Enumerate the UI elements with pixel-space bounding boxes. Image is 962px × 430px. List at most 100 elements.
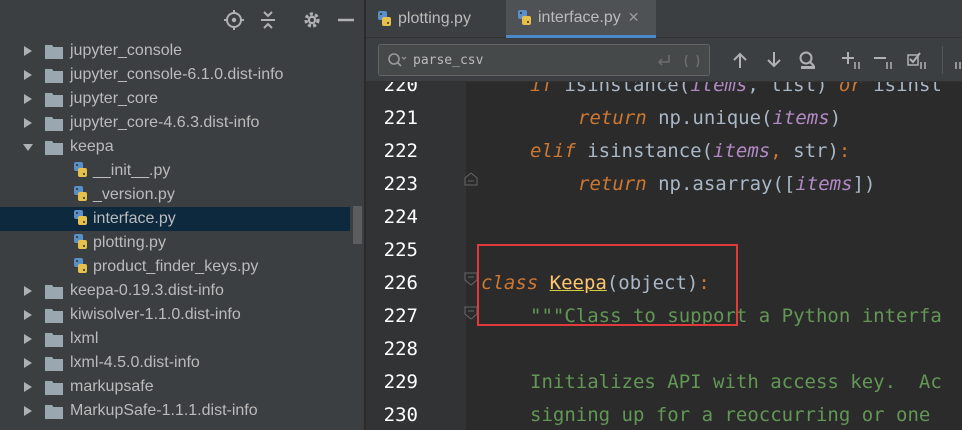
fold-end-icon[interactable] [464, 172, 478, 186]
tree-folder-item[interactable]: jupyter_core [0, 87, 350, 111]
tree-folder-item[interactable]: kiwisolver-1.1.0.dist-info [0, 303, 350, 327]
code-line[interactable]: return np.unique(items) [578, 102, 841, 135]
line-number: 221 [383, 107, 418, 129]
code-token: items [772, 107, 830, 129]
code-token: : [838, 140, 851, 162]
remove-selection-button[interactable] [872, 48, 896, 72]
tree-folder-item[interactable]: jupyter_console [0, 39, 350, 63]
code-line[interactable]: Initializes API with access key. Ac [530, 366, 942, 399]
more-options-button[interactable] [946, 48, 962, 72]
tree-item-label: keepa-0.19.3.dist-info [70, 282, 224, 299]
tree-item-label: jupyter_console-6.1.0.dist-info [70, 66, 284, 83]
tree-folder-item[interactable]: keepa-0.19.3.dist-info [0, 279, 350, 303]
line-number: 224 [383, 206, 418, 228]
line-number: 223 [383, 173, 418, 195]
code-token: ]) [852, 173, 876, 195]
chevron-right-icon[interactable] [22, 117, 34, 129]
folder-icon [45, 43, 63, 59]
chevron-right-icon[interactable] [22, 333, 34, 345]
hide-panel-button[interactable] [334, 8, 358, 32]
code-line[interactable]: elif isinstance(items, str): [530, 135, 850, 168]
code-editor[interactable]: 220 221 222 223 224 225 226 227 228 229 230 if isi… [366, 82, 962, 430]
python-file-icon [72, 258, 90, 274]
locate-file-button[interactable] [222, 8, 246, 32]
python-file-icon [72, 234, 90, 250]
tree-folder-item[interactable]: jupyter_console-6.1.0.dist-info [0, 63, 350, 87]
code-token: return [578, 107, 647, 129]
tree-file-item[interactable]: __init__.py [0, 159, 350, 183]
tree-folder-item[interactable]: lxml [0, 327, 350, 351]
settings-button[interactable] [300, 8, 324, 32]
arrow-down-icon [767, 52, 781, 68]
code-token: Initializes API with access key. Ac [530, 371, 942, 393]
code-token: signing up for a reoccurring or one [530, 404, 942, 426]
code-line[interactable]: """Class to support a Python interfa [530, 300, 942, 333]
tree-file-item[interactable]: plotting.py [0, 231, 350, 255]
tree-folder-item[interactable]: keepa [0, 135, 350, 159]
chevron-right-icon[interactable] [22, 45, 34, 57]
code-token: class [481, 272, 539, 294]
code-line[interactable]: class Keepa(object): [481, 267, 710, 300]
chevron-right-icon[interactable] [22, 93, 34, 105]
tab-plotting[interactable]: plotting.py [366, 0, 506, 38]
folder-icon [45, 139, 63, 155]
code-token: return [578, 173, 647, 195]
chevron-right-icon[interactable] [22, 69, 34, 81]
code-line[interactable]: signing up for a reoccurring or one [530, 399, 942, 430]
line-number: 220 [383, 82, 418, 96]
tree-folder-item[interactable]: jupyter_core-4.6.3.dist-info [0, 111, 350, 135]
editor-tab-bar: plotting.py interface.py ✕ [366, 0, 962, 38]
tree-folder-item[interactable]: MarkupSafe-1.1.1.dist-info [0, 399, 350, 423]
python-file-icon [516, 9, 534, 27]
code-token: isinstance( [575, 140, 714, 162]
code-token: , list) [747, 82, 839, 96]
tree-scroll-thumb[interactable] [353, 206, 362, 244]
tree-file-item[interactable]: _version.py [0, 183, 350, 207]
search-input[interactable] [413, 45, 663, 75]
code-line[interactable]: if isinstance(items, list) or isinst [530, 82, 942, 102]
find-all-button[interactable] [796, 48, 820, 72]
chevron-right-icon[interactable] [22, 309, 34, 321]
close-icon[interactable]: ✕ [628, 10, 640, 26]
collapse-all-button[interactable] [256, 8, 280, 32]
search-icon[interactable] [387, 52, 407, 68]
search-box [378, 44, 710, 76]
tree-folder-item[interactable]: markupsafe [0, 375, 350, 399]
previous-occurrence-button[interactable] [728, 48, 752, 72]
fold-start-icon[interactable] [464, 306, 478, 320]
tree-file-item[interactable]: interface.py [0, 207, 350, 231]
tree-item-label: keepa [70, 138, 114, 155]
code-token: Keepa [549, 272, 607, 294]
add-occurrence-icon [842, 52, 860, 69]
select-all-occurrences-button[interactable] [906, 48, 930, 72]
tab-interface[interactable]: interface.py ✕ [506, 0, 656, 38]
code-token: isinst [861, 82, 942, 96]
python-file-icon [72, 186, 90, 202]
tab-label: plotting.py [398, 10, 471, 27]
line-number-gutter: 220 221 222 223 224 225 226 227 228 229 230 [366, 82, 466, 430]
collapse-all-icon [261, 11, 275, 29]
tree-file-item[interactable]: product_finder_keys.py [0, 255, 350, 279]
tree-scrollbar[interactable] [351, 40, 364, 430]
tree-item-label: jupyter_core [70, 90, 159, 107]
code-line[interactable]: return np.asarray([items]) [578, 168, 875, 201]
next-occurrence-button[interactable] [762, 48, 786, 72]
add-selection-button[interactable] [840, 48, 864, 72]
folder-icon [45, 91, 63, 107]
new-line-icon[interactable] [655, 53, 673, 69]
regex-icon[interactable] [683, 53, 701, 69]
tree-folder-item[interactable]: lxml-4.5.0.dist-info [0, 351, 350, 375]
tree-item-label: kiwisolver-1.1.0.dist-info [70, 306, 241, 323]
chevron-right-icon[interactable] [22, 381, 34, 393]
chevron-down-icon[interactable] [22, 141, 34, 153]
line-number: 222 [383, 140, 418, 162]
code-token: : [698, 272, 710, 294]
fold-start-icon[interactable] [464, 272, 478, 286]
chevron-right-icon[interactable] [22, 357, 34, 369]
arrow-up-icon [733, 52, 747, 68]
tree-item-label: plotting.py [93, 234, 166, 251]
code-token: (object) [606, 272, 699, 294]
chevron-right-icon[interactable] [22, 405, 34, 417]
chevron-right-icon[interactable] [22, 285, 34, 297]
